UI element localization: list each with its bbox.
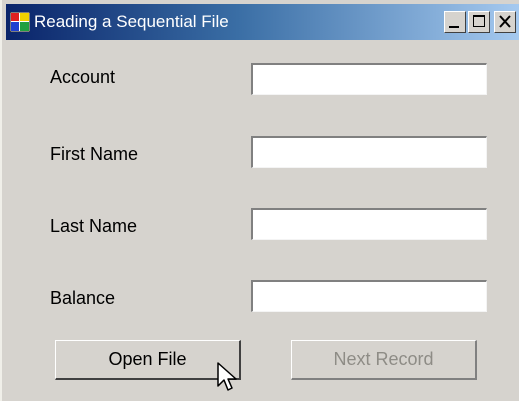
balance-label: Balance bbox=[50, 288, 116, 308]
next-record-button[interactable]: Next Record bbox=[291, 340, 477, 380]
title-bar[interactable]: Reading a Sequential File bbox=[6, 4, 519, 40]
minimize-icon bbox=[449, 26, 459, 28]
last-name-field[interactable] bbox=[251, 208, 487, 240]
first-name-field[interactable] bbox=[251, 136, 487, 168]
mouse-cursor-icon bbox=[217, 362, 237, 391]
maximize-button[interactable] bbox=[468, 11, 490, 33]
last-name-label: Last Name bbox=[50, 216, 138, 236]
window-title: Reading a Sequential File bbox=[34, 12, 229, 31]
maximize-icon bbox=[473, 15, 485, 27]
first-name-label: First Name bbox=[50, 144, 139, 164]
app-window: Reading a Sequential File Account First … bbox=[0, 0, 519, 401]
close-button[interactable] bbox=[494, 11, 516, 33]
balance-field[interactable] bbox=[251, 280, 487, 312]
close-icon bbox=[499, 15, 511, 28]
open-file-button[interactable]: Open File bbox=[55, 340, 241, 380]
account-label: Account bbox=[50, 67, 116, 87]
minimize-button[interactable] bbox=[444, 11, 466, 33]
app-icon bbox=[10, 12, 30, 32]
account-field[interactable] bbox=[251, 63, 487, 95]
